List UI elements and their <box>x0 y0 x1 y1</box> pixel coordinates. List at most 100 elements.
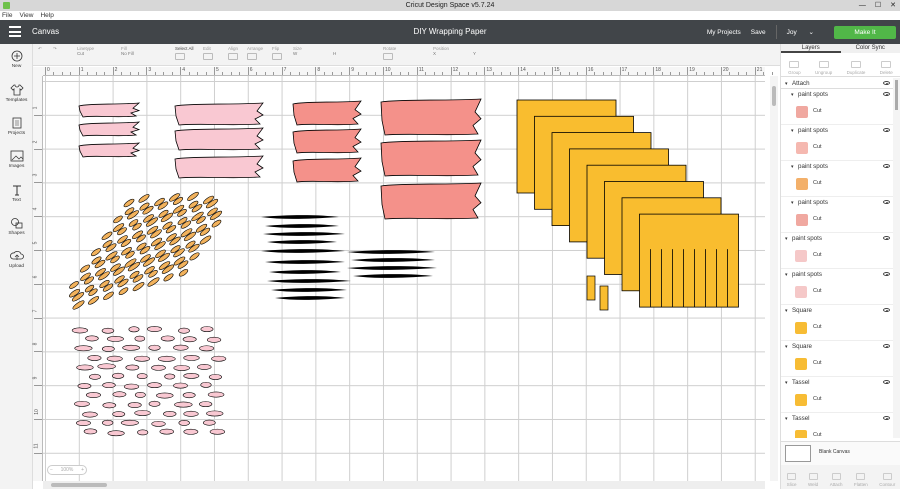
duplicate-button[interactable]: Duplicate <box>847 61 865 75</box>
pink-brush-stroke[interactable] <box>78 121 141 137</box>
pink-brush-stroke[interactable] <box>174 155 264 179</box>
layer-group-header[interactable]: ▾ Tassel <box>781 413 893 424</box>
salmon-brush-stroke[interactable] <box>380 182 482 220</box>
pink-paint-spot[interactable] <box>112 391 127 398</box>
pink-paint-spot[interactable] <box>147 382 162 389</box>
pink-paint-spot[interactable] <box>101 327 115 334</box>
pink-paint-spot[interactable] <box>77 383 92 389</box>
layer-item[interactable]: ▾ Tassel Cut <box>781 413 893 438</box>
pink-paint-spot[interactable] <box>102 419 114 426</box>
pink-paint-spot[interactable] <box>157 355 176 362</box>
pink-paint-spot[interactable] <box>203 419 216 426</box>
eye-icon[interactable] <box>883 416 890 420</box>
pink-paint-spot[interactable] <box>74 400 90 407</box>
orange-paint-spot[interactable] <box>118 286 129 296</box>
black-brush-stroke[interactable] <box>261 215 339 219</box>
pink-paint-spot[interactable] <box>200 326 214 333</box>
pink-paint-spot[interactable] <box>83 428 98 435</box>
layer-item[interactable]: ▾ paint spots Cut <box>781 233 893 269</box>
orange-paint-spot[interactable] <box>113 215 124 225</box>
make-it-button[interactable]: Make It <box>834 25 896 39</box>
orange-paint-spot[interactable] <box>101 231 113 241</box>
save-button[interactable]: Save <box>751 29 766 36</box>
hamburger-menu-icon[interactable] <box>9 26 21 37</box>
delete-button[interactable]: Delete <box>880 61 893 75</box>
pink-paint-spot[interactable] <box>206 410 224 417</box>
orange-paint-spot[interactable] <box>163 272 175 282</box>
layer-group-header[interactable]: ▾ paint spots <box>781 89 893 100</box>
layer-group-header[interactable]: ▾ paint spots <box>781 125 893 136</box>
pink-paint-spot[interactable] <box>183 428 199 435</box>
black-brush-stroke[interactable] <box>265 260 345 264</box>
salmon-brush-stroke[interactable] <box>292 100 362 126</box>
scroll-thumb[interactable] <box>51 483 107 487</box>
orange-paint-spot[interactable] <box>90 247 101 257</box>
pink-brush-stroke[interactable] <box>174 102 264 126</box>
linetype-control[interactable]: Linetype Cut <box>77 46 94 56</box>
select-all-button[interactable]: Select All <box>175 46 194 60</box>
layer-sub-item[interactable]: Cut <box>781 280 893 305</box>
layers-scrollbar[interactable] <box>893 78 900 438</box>
sidebar-item-shapes[interactable]: Shapes <box>0 217 33 236</box>
size-control[interactable]: Size W <box>293 46 302 56</box>
pink-paint-spot[interactable] <box>102 402 117 409</box>
pink-paint-spot[interactable] <box>74 345 93 352</box>
pink-paint-spot[interactable] <box>120 419 139 426</box>
layer-sub-item[interactable]: Cut <box>781 244 893 269</box>
contour-button[interactable]: Contour <box>879 473 895 487</box>
orange-paint-spot[interactable] <box>138 193 151 204</box>
pink-paint-spot[interactable] <box>182 392 196 399</box>
ungroup-button[interactable]: Ungroup <box>815 61 832 75</box>
layer-group-header[interactable]: ▾ paint spots <box>781 197 893 208</box>
position-y-control[interactable]: Y <box>473 46 476 56</box>
black-brush-stroke[interactable] <box>351 258 435 262</box>
orange-paint-spot[interactable] <box>79 264 90 274</box>
horizontal-scrollbar[interactable] <box>43 481 765 489</box>
eye-icon[interactable] <box>883 164 890 168</box>
layer-group-header[interactable]: ▾ paint spots <box>781 233 893 244</box>
sidebar-item-new[interactable]: New <box>0 50 33 69</box>
black-brush-stroke[interactable] <box>353 274 433 278</box>
pink-brush-stroke[interactable] <box>78 102 141 118</box>
orange-paint-spot[interactable] <box>123 198 135 208</box>
pink-paint-spot[interactable] <box>134 410 151 416</box>
black-brush-stroke[interactable] <box>261 249 345 253</box>
eye-icon[interactable] <box>883 308 890 312</box>
layer-item[interactable]: ▾ paint spots Cut <box>781 197 893 233</box>
pink-paint-spot[interactable] <box>76 364 94 371</box>
layer-item[interactable]: ▾ paint spots Cut <box>781 89 893 125</box>
weld-button[interactable]: Weld <box>808 473 818 487</box>
pink-paint-spot[interactable] <box>183 372 200 379</box>
black-brush-stroke[interactable] <box>263 232 345 236</box>
layer-item[interactable]: ▾ Square Cut <box>781 341 893 377</box>
pink-paint-spot[interactable] <box>71 327 89 334</box>
orange-paint-spot[interactable] <box>147 276 161 287</box>
attach-button[interactable]: Attach <box>830 473 842 487</box>
pink-paint-spot[interactable] <box>134 335 146 342</box>
pink-paint-spot[interactable] <box>183 354 200 361</box>
black-brush-stroke[interactable] <box>275 296 345 300</box>
orange-paint-spot[interactable] <box>87 295 100 306</box>
sidebar-item-templates[interactable]: Templates <box>0 84 33 103</box>
layer-group-header[interactable]: ▾ Square <box>781 341 893 352</box>
edit-button[interactable]: Edit <box>203 46 213 60</box>
my-projects-button[interactable]: My Projects <box>707 29 741 36</box>
black-brush-stroke[interactable] <box>271 288 347 292</box>
minimize-button[interactable]: — <box>859 0 866 11</box>
pink-paint-spot[interactable] <box>127 402 142 408</box>
pink-paint-spot[interactable] <box>160 335 175 342</box>
pink-paint-spot[interactable] <box>137 429 149 436</box>
black-brush-stroke[interactable] <box>265 224 339 228</box>
sidebar-item-images[interactable]: Images <box>0 150 33 169</box>
layer-item[interactable]: ▾ paint spots Cut <box>781 161 893 197</box>
pink-paint-spot[interactable] <box>134 391 146 398</box>
layer-item[interactable]: ▾ paint spots Cut <box>781 269 893 305</box>
pink-paint-spot[interactable] <box>123 383 140 390</box>
close-button[interactable]: ✕ <box>890 0 896 11</box>
group-button[interactable]: Group <box>788 61 801 75</box>
pink-paint-spot[interactable] <box>209 428 226 435</box>
pink-paint-spot[interactable] <box>82 411 98 418</box>
salmon-brush-stroke[interactable] <box>380 139 482 177</box>
layer-group-header[interactable]: ▾ Square <box>781 305 893 316</box>
pink-paint-spot[interactable] <box>164 373 176 380</box>
